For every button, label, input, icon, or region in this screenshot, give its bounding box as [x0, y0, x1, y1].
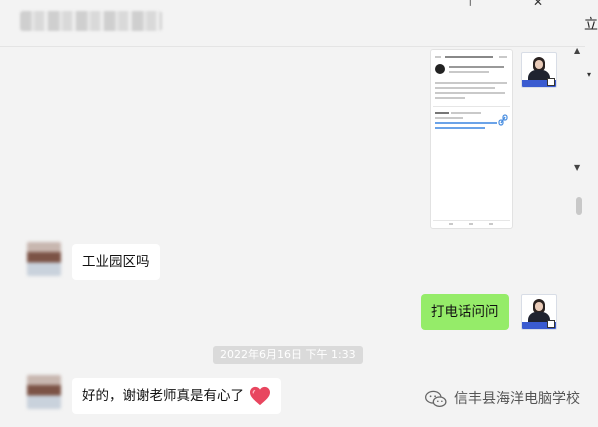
- scrollbar-thumb[interactable]: [576, 197, 582, 215]
- message-text: 打电话问问: [431, 304, 499, 320]
- close-icon[interactable]: ✕: [533, 0, 543, 9]
- message-bubble-sent[interactable]: 打电话问问: [421, 294, 509, 330]
- heart-icon: [250, 386, 271, 406]
- chat-header: ⊤ ✕ 立: [0, 0, 598, 47]
- message-timestamp: 2022年6月16日 下午 1:33: [213, 346, 363, 364]
- message-bubble[interactable]: 好的，谢谢老师真是有心了: [72, 378, 282, 414]
- scroll-up-icon[interactable]: ▲: [574, 46, 580, 55]
- side-panel-text: 立: [584, 17, 598, 33]
- pin-icon[interactable]: ⊤: [465, 0, 475, 9]
- side-panel-strip: [585, 46, 598, 427]
- avatar-contact[interactable]: [27, 375, 61, 409]
- avatar-contact[interactable]: [27, 242, 61, 276]
- contact-name-blurred: [20, 11, 162, 31]
- message-text: 工业园区吗: [82, 254, 150, 270]
- watermark: 信丰县海洋电脑学校: [424, 388, 580, 410]
- avatar-self[interactable]: [521, 52, 557, 88]
- chevron-down-icon[interactable]: ▾: [587, 70, 591, 79]
- scroll-down-icon[interactable]: ▼: [574, 163, 580, 172]
- image-message[interactable]: [430, 49, 513, 229]
- watermark-text: 信丰县海洋电脑学校: [454, 391, 580, 407]
- link-icon: [498, 114, 508, 126]
- avatar-self[interactable]: [521, 294, 557, 330]
- message-bubble[interactable]: 工业园区吗: [72, 244, 160, 280]
- message-text: 好的，谢谢老师真是有心了: [82, 388, 244, 404]
- wechat-icon: [425, 390, 447, 408]
